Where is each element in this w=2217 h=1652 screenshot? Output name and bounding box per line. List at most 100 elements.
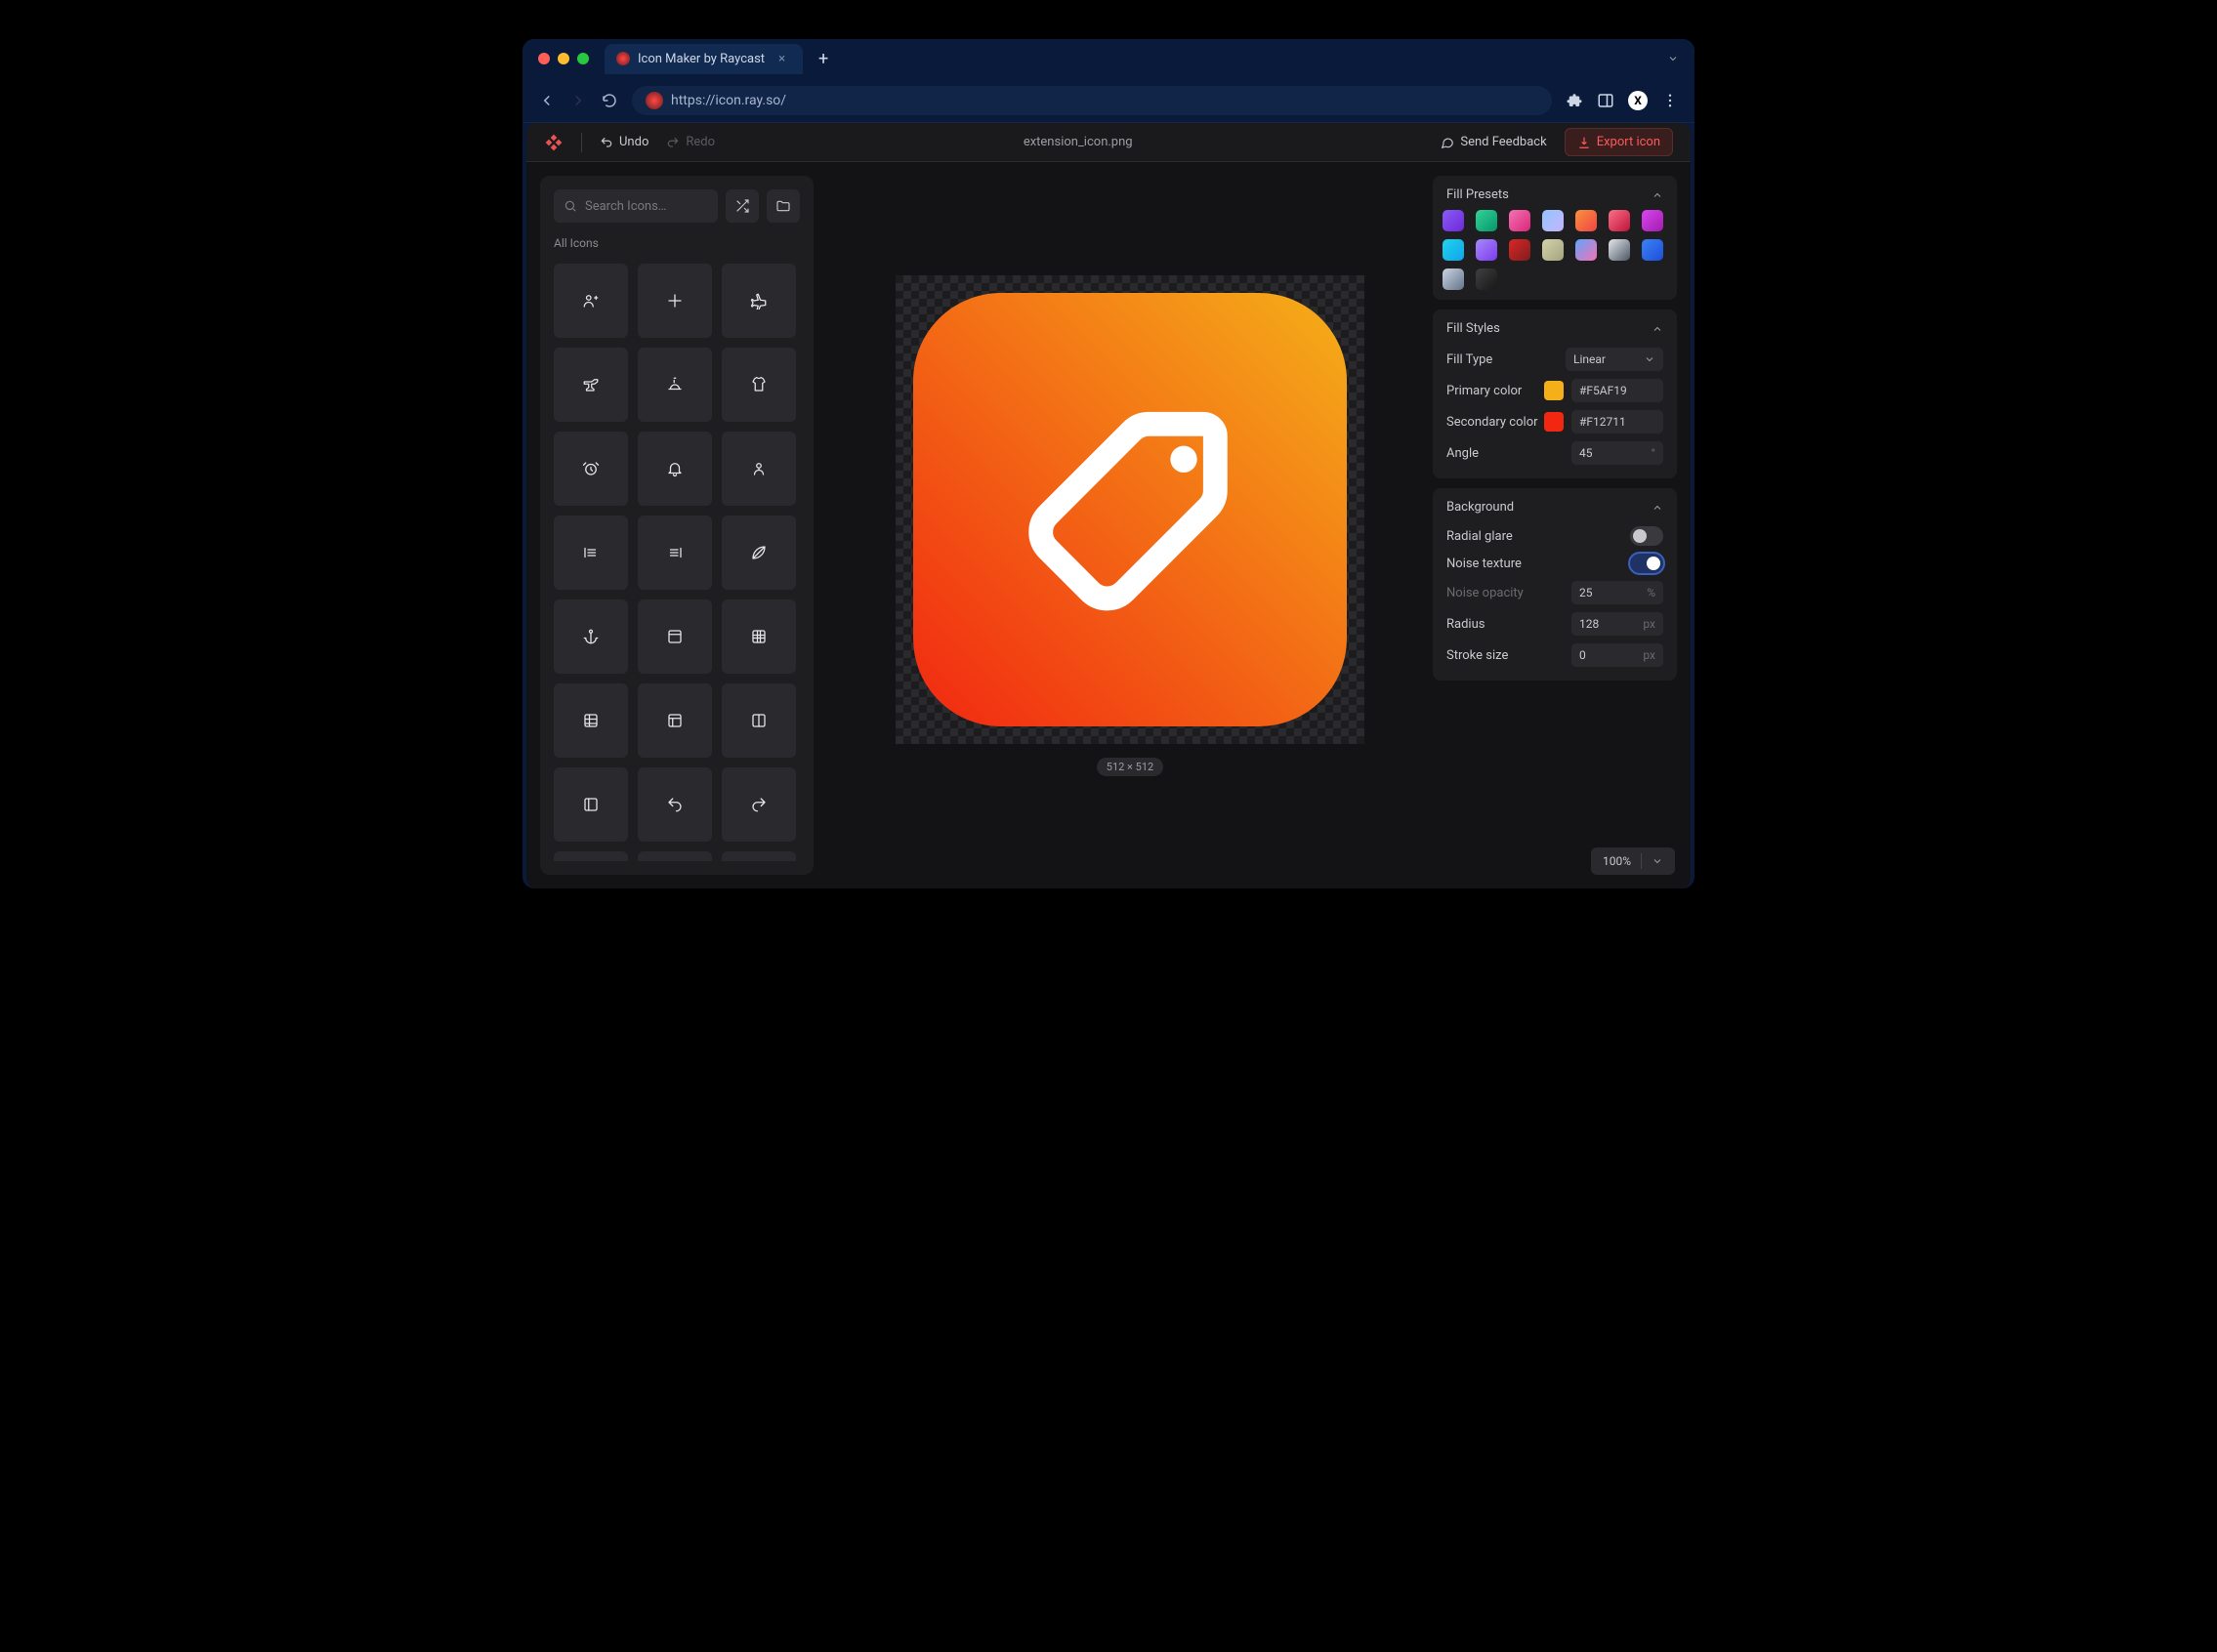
- feedback-button[interactable]: Send Feedback: [1441, 135, 1546, 149]
- undo-button[interactable]: Undo: [600, 135, 648, 149]
- preset-swatch-1[interactable]: [1476, 210, 1497, 231]
- icon-undo[interactable]: [638, 767, 712, 842]
- icon-user-add[interactable]: [722, 432, 796, 506]
- icon-align-right[interactable]: [638, 516, 712, 590]
- fill-styles-header[interactable]: Fill Styles: [1443, 319, 1667, 344]
- icon-download-fill[interactable]: [722, 851, 796, 861]
- preset-swatch-14[interactable]: [1443, 268, 1464, 290]
- angle-row: Angle 45 °: [1443, 437, 1667, 469]
- primary-color-chip[interactable]: [1544, 381, 1564, 400]
- new-tab-button[interactable]: +: [811, 49, 836, 69]
- icon-table[interactable]: [554, 683, 628, 758]
- nav-forward-button[interactable]: [569, 92, 587, 109]
- icon-bell[interactable]: [638, 432, 712, 506]
- search-input[interactable]: Search Icons…: [554, 189, 718, 223]
- primary-color-input[interactable]: #F5AF19: [1571, 379, 1663, 402]
- tab-title: Icon Maker by Raycast: [638, 52, 765, 66]
- icon-columns[interactable]: [722, 683, 796, 758]
- redo-icon: [666, 136, 680, 149]
- icon-leaf[interactable]: [722, 516, 796, 590]
- preset-swatch-15[interactable]: [1476, 268, 1497, 290]
- icon-shirt[interactable]: [722, 348, 796, 422]
- preset-swatch-4[interactable]: [1575, 210, 1597, 231]
- icon-serve[interactable]: [638, 348, 712, 422]
- preset-swatch-12[interactable]: [1609, 239, 1630, 261]
- browser-toolbar: https://icon.ray.so/ X: [523, 78, 1694, 123]
- fill-presets-header[interactable]: Fill Presets: [1443, 186, 1667, 210]
- icon-anchor[interactable]: [554, 599, 628, 674]
- maximize-window-button[interactable]: [577, 53, 589, 64]
- profile-avatar[interactable]: X: [1628, 91, 1648, 110]
- close-window-button[interactable]: [538, 53, 550, 64]
- address-bar[interactable]: https://icon.ray.so/: [632, 86, 1552, 115]
- side-panel-icon[interactable]: [1597, 92, 1614, 109]
- browser-window: Icon Maker by Raycast × + https://icon.r…: [523, 39, 1694, 888]
- icon-anvil[interactable]: [554, 348, 628, 422]
- nav-back-button[interactable]: [538, 92, 556, 109]
- canvas[interactable]: [896, 275, 1364, 744]
- fill-type-select[interactable]: Linear: [1566, 348, 1663, 371]
- secondary-color-input[interactable]: #F12711: [1571, 410, 1663, 434]
- zoom-control[interactable]: 100%: [1591, 847, 1675, 875]
- preview-area: 512 × 512: [827, 162, 1433, 888]
- redo-label: Redo: [686, 135, 715, 149]
- icon-airplane[interactable]: [722, 264, 796, 338]
- icon-download-circle[interactable]: [638, 851, 712, 861]
- preset-swatch-13[interactable]: [1642, 239, 1663, 261]
- icon-user-plus[interactable]: [554, 264, 628, 338]
- feedback-label: Send Feedback: [1460, 135, 1546, 149]
- shuffle-button[interactable]: [726, 189, 759, 223]
- canvas-dimensions: 512 × 512: [1097, 758, 1163, 776]
- upload-button[interactable]: [767, 189, 800, 223]
- preset-swatches: [1443, 210, 1667, 290]
- background-panel: Background Radial glare Noise texture No…: [1433, 488, 1677, 681]
- icon-grid[interactable]: [722, 599, 796, 674]
- preset-swatch-3[interactable]: [1542, 210, 1564, 231]
- preset-swatch-11[interactable]: [1575, 239, 1597, 261]
- preset-swatch-2[interactable]: [1509, 210, 1530, 231]
- browser-menu-icon[interactable]: [1661, 92, 1679, 109]
- url-text: https://icon.ray.so/: [671, 93, 786, 108]
- folder-icon: [775, 198, 791, 214]
- export-button[interactable]: Export icon: [1565, 128, 1673, 156]
- redo-button[interactable]: Redo: [666, 135, 715, 149]
- tabs-overflow-button[interactable]: [1667, 53, 1679, 64]
- search-icon: [564, 199, 577, 213]
- icon-sidebar[interactable]: [554, 767, 628, 842]
- noise-texture-toggle[interactable]: [1630, 554, 1663, 573]
- preset-swatch-6[interactable]: [1642, 210, 1663, 231]
- browser-tabstrip: Icon Maker by Raycast × +: [523, 39, 1694, 78]
- preset-swatch-0[interactable]: [1443, 210, 1464, 231]
- radial-glare-toggle[interactable]: [1630, 526, 1663, 546]
- preset-swatch-7[interactable]: [1443, 239, 1464, 261]
- icon-align-left[interactable]: [554, 516, 628, 590]
- nav-reload-button[interactable]: [601, 92, 618, 109]
- noise-texture-row: Noise texture: [1443, 550, 1667, 577]
- fill-type-row: Fill Type Linear: [1443, 344, 1667, 375]
- noise-opacity-input[interactable]: 25 %: [1571, 581, 1663, 604]
- background-header[interactable]: Background: [1443, 498, 1667, 522]
- icon-window[interactable]: [638, 599, 712, 674]
- icon-alarm[interactable]: [554, 432, 628, 506]
- preset-swatch-9[interactable]: [1509, 239, 1530, 261]
- icon-panel[interactable]: [638, 683, 712, 758]
- icon-redo[interactable]: [722, 767, 796, 842]
- radius-input[interactable]: 128 px: [1571, 612, 1663, 636]
- close-tab-button[interactable]: ×: [773, 50, 791, 68]
- stroke-size-input[interactable]: 0 px: [1571, 643, 1663, 667]
- browser-tab[interactable]: Icon Maker by Raycast ×: [605, 44, 803, 74]
- app-frame: Undo Redo extension_icon.png Send Feedba…: [526, 123, 1691, 888]
- preset-swatch-5[interactable]: [1609, 210, 1630, 231]
- secondary-color-chip[interactable]: [1544, 412, 1564, 432]
- chevron-down-icon: [1644, 353, 1655, 365]
- angle-input[interactable]: 45 °: [1571, 441, 1663, 465]
- icon-arrow-down[interactable]: [554, 851, 628, 861]
- icon-plus[interactable]: [638, 264, 712, 338]
- minimize-window-button[interactable]: [558, 53, 569, 64]
- chevron-up-icon: [1652, 323, 1663, 335]
- preset-swatch-8[interactable]: [1476, 239, 1497, 261]
- radial-glare-row: Radial glare: [1443, 522, 1667, 550]
- extensions-icon[interactable]: [1566, 92, 1583, 109]
- preset-swatch-10[interactable]: [1542, 239, 1564, 261]
- app-logo: [544, 133, 564, 152]
